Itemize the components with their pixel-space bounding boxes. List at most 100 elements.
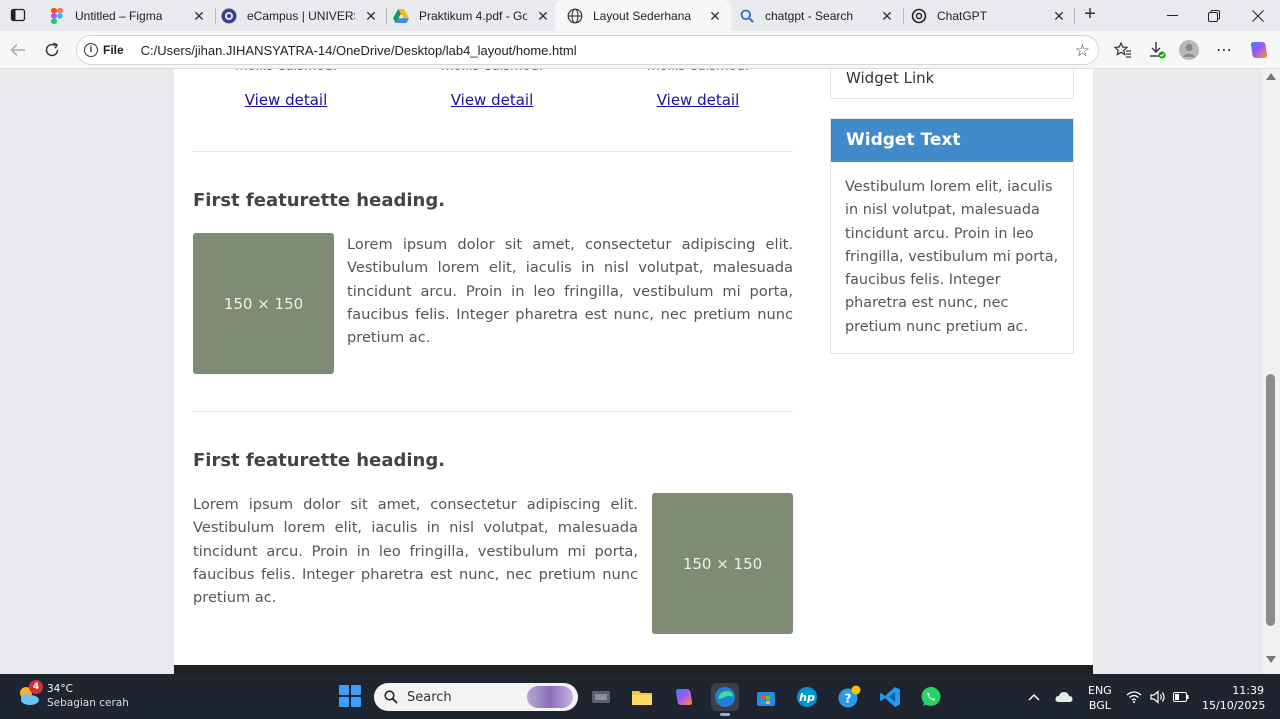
tab-title: Untitled – Figma — [75, 8, 163, 23]
language-code: ENG — [1088, 684, 1112, 697]
vscode-icon[interactable] — [876, 683, 904, 711]
view-detail-link[interactable]: View detail — [245, 91, 328, 109]
start-button[interactable] — [339, 685, 361, 707]
browser-toolbar: i File C:/Users/jihan.JIHANSYATRA-14/One… — [0, 31, 1280, 69]
wifi-icon[interactable] — [1126, 674, 1142, 719]
back-button[interactable] — [7, 39, 29, 61]
profile-avatar[interactable] — [1178, 39, 1200, 61]
url-scheme: File — [103, 43, 124, 57]
info-icon[interactable]: i — [84, 43, 98, 57]
search-label: Search — [407, 689, 452, 705]
globe-icon — [567, 8, 583, 24]
tab-divider — [1074, 8, 1075, 24]
card-text: mollis euismod. — [397, 69, 587, 77]
clock[interactable]: 11:39 15/10/2025 — [1202, 683, 1266, 713]
edge-browser-icon[interactable] — [711, 683, 739, 716]
hp-app-icon[interactable]: hp — [793, 683, 821, 711]
new-tab-button[interactable]: + — [1080, 4, 1100, 25]
tab-strip: Untitled – Figma ✕ eCampus | UNIVERSITA … — [0, 0, 1280, 31]
active-indicator — [720, 713, 730, 716]
taskbar-search[interactable]: Search — [374, 683, 578, 711]
featurette-text: Lorem ipsum dolor sit amet, consectetur … — [347, 236, 793, 347]
tab-figma[interactable]: Untitled – Figma ✕ — [37, 0, 215, 31]
copilot-icon[interactable] — [1248, 39, 1270, 61]
address-bar[interactable]: i File C:/Users/jihan.JIHANSYATRA-14/One… — [76, 35, 1099, 65]
restore-button[interactable] — [1193, 0, 1235, 31]
help-app-icon[interactable]: ? — [835, 683, 863, 711]
card-text: mollis euismod. — [603, 69, 793, 77]
close-window-button[interactable] — [1237, 0, 1279, 31]
featurette-text: Lorem ipsum dolor sit amet, consectetur … — [193, 496, 638, 607]
featurette-divider — [193, 411, 793, 412]
view-detail-link[interactable]: View detail — [657, 91, 740, 109]
svg-text:?: ? — [845, 692, 852, 706]
microsoft-store-icon[interactable] — [752, 683, 780, 711]
search-icon — [384, 690, 398, 704]
language-indicator[interactable]: ENG BGL — [1088, 683, 1112, 713]
figma-icon — [49, 7, 65, 24]
taskbar: 4 34°C Sebagian cerah Search hp ? ENG BG… — [0, 674, 1280, 719]
more-options-icon[interactable]: ⋯ — [1213, 39, 1235, 61]
featurette-image: 150 × 150 — [193, 233, 334, 374]
clock-date: 15/10/2025 — [1202, 699, 1266, 712]
tray-overflow-icon[interactable] — [1027, 674, 1041, 719]
search-icon — [739, 8, 755, 24]
featurette-image: 150 × 150 — [652, 493, 793, 634]
card-column: mollis euismod. View detail — [397, 69, 587, 109]
battery-icon[interactable] — [1173, 674, 1189, 719]
page-viewport: mollis euismod. View detail mollis euism… — [0, 69, 1280, 674]
svg-text:hp: hp — [799, 691, 815, 704]
downloads-icon[interactable] — [1146, 39, 1168, 61]
page-footer — [174, 665, 1093, 674]
view-detail-link[interactable]: View detail — [451, 91, 534, 109]
favorite-star-icon[interactable]: ☆ — [1075, 41, 1090, 61]
close-icon[interactable]: ✕ — [879, 8, 895, 24]
scroll-up-arrow-icon[interactable] — [1266, 73, 1276, 80]
favorites-icon[interactable] — [1112, 39, 1134, 61]
url-text[interactable]: C:/Users/jihan.JIHANSYATRA-14/OneDrive/D… — [141, 43, 577, 58]
volume-icon[interactable] — [1150, 674, 1166, 719]
university-icon — [221, 8, 237, 24]
close-icon[interactable]: ✕ — [535, 8, 551, 24]
featurette-heading: First featurette heading. — [193, 190, 446, 211]
close-icon[interactable]: ✕ — [191, 8, 207, 24]
openai-icon — [911, 8, 927, 24]
featurette-divider — [193, 151, 793, 152]
card-column: mollis euismod. View detail — [191, 69, 381, 109]
google-drive-icon — [393, 8, 409, 24]
refresh-button[interactable] — [41, 39, 63, 61]
copilot-app-icon[interactable] — [670, 683, 698, 711]
page-container: mollis euismod. View detail mollis euism… — [174, 69, 1093, 669]
widget-text-title: Widget Text — [831, 119, 1073, 162]
widget-text-panel: Widget Text Vestibulum lorem elit, iacul… — [830, 118, 1074, 354]
tab-chatgpt-search[interactable]: chatgpt - Search ✕ — [727, 0, 903, 31]
close-icon[interactable]: ✕ — [707, 8, 723, 24]
widget-text-body: Vestibulum lorem elit, iaculis in nisl v… — [845, 179, 1059, 335]
card-text: mollis euismod. — [191, 69, 381, 77]
featurette-heading: First featurette heading. — [193, 450, 446, 471]
tab-layout-sederhana[interactable]: Layout Sederhana ✕ — [555, 0, 731, 31]
scroll-thumb[interactable] — [1266, 374, 1275, 626]
close-icon[interactable]: ✕ — [363, 8, 379, 24]
tab-actions-icon[interactable] — [8, 5, 28, 25]
widget-link[interactable]: Widget Link — [846, 69, 934, 87]
tab-chatgpt[interactable]: ChatGPT ✕ — [899, 0, 1075, 31]
clock-time: 11:39 — [1232, 684, 1264, 697]
task-view-icon[interactable] — [587, 683, 615, 711]
tab-title: chatgpt - Search — [765, 8, 854, 23]
scroll-down-arrow-icon[interactable] — [1266, 656, 1276, 663]
tab-title: Layout Sederhana — [593, 8, 692, 23]
onedrive-icon[interactable] — [1055, 674, 1073, 719]
weather-badge: 4 — [29, 680, 43, 694]
whatsapp-icon[interactable] — [917, 683, 945, 711]
close-icon[interactable]: ✕ — [1051, 8, 1067, 24]
tab-title: Praktikum 4.pdf - Goog — [419, 8, 527, 23]
keyboard-layout: BGL — [1088, 699, 1111, 712]
tab-ecampus[interactable]: eCampus | UNIVERSITA ✕ — [209, 0, 387, 31]
minimize-button[interactable] — [1151, 0, 1193, 31]
vertical-scrollbar[interactable] — [1262, 69, 1280, 674]
tab-title: ChatGPT — [937, 8, 988, 23]
file-explorer-icon[interactable] — [628, 683, 656, 711]
tab-title: eCampus | UNIVERSITA — [247, 8, 355, 23]
tab-praktikum-pdf[interactable]: Praktikum 4.pdf - Goog ✕ — [381, 0, 559, 31]
